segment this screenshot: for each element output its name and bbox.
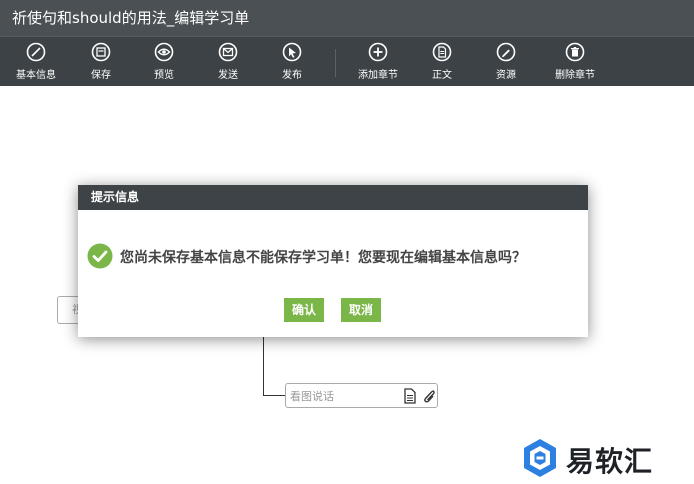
toolbar-basic-info-label: 基本信息 [16,70,56,81]
toolbar-preview-button[interactable]: 预览 [134,42,194,81]
toolbar-resources-label: 资源 [496,70,516,81]
trash-icon [565,42,585,62]
toolbar-add-section-label: 添加章节 [358,70,398,81]
toolbar-save-label: 保存 [91,70,111,81]
dialog-title: 提示信息 [78,185,588,210]
toolbar-delete-section-label: 删除章节 [555,70,595,81]
plus-circle-icon [368,42,388,62]
check-circle-icon [87,243,113,269]
node-text-input[interactable] [290,387,400,405]
toolbar-add-section-button[interactable]: 添加章节 [348,42,408,81]
toolbar-publish-label: 发布 [282,70,302,81]
toolbar-send-label: 发送 [218,70,238,81]
toolbar-preview-label: 预览 [154,70,174,81]
mindmap-node [285,383,438,408]
window-title: 祈使句和should的用法_编辑学习单 [0,0,694,36]
cursor-icon [282,42,302,62]
cancel-button[interactable]: 取消 [341,298,381,322]
document-icon[interactable] [403,388,417,404]
confirm-button[interactable]: 确认 [284,298,324,322]
watermark-text: 易软汇 [566,445,654,478]
connector-line [263,336,264,396]
confirm-dialog: 提示信息 您尚未保存基本信息不能保存学习单！您要现在编辑基本信息吗？ 确认 取消 [78,185,588,337]
toolbar-publish-button[interactable]: 发布 [262,42,322,81]
paperclip-icon[interactable] [421,388,435,404]
connector-line [263,395,285,396]
toolbar-resources-button[interactable]: 资源 [476,42,536,81]
toolbar-body-button[interactable]: 正文 [412,42,472,81]
document-icon [432,42,452,62]
pencil-icon [496,42,516,62]
edit-slash-icon [26,42,46,62]
save-icon [91,42,111,62]
toolbar-separator [335,49,336,77]
toolbar-save-button[interactable]: 保存 [71,42,131,81]
envelope-icon [218,42,238,62]
brand-logo-icon [522,438,558,478]
dialog-message: 您尚未保存基本信息不能保存学习单！您要现在编辑基本信息吗？ [120,250,526,266]
toolbar-delete-section-button[interactable]: 删除章节 [545,42,605,81]
toolbar-send-button[interactable]: 发送 [198,42,258,81]
toolbar: 基本信息 保存 预览 发送 发布 添加章节 正文 资源 删除章节 [0,36,694,86]
toolbar-body-label: 正文 [432,70,452,81]
toolbar-basic-info-button[interactable]: 基本信息 [6,42,66,81]
eye-icon [154,42,174,62]
